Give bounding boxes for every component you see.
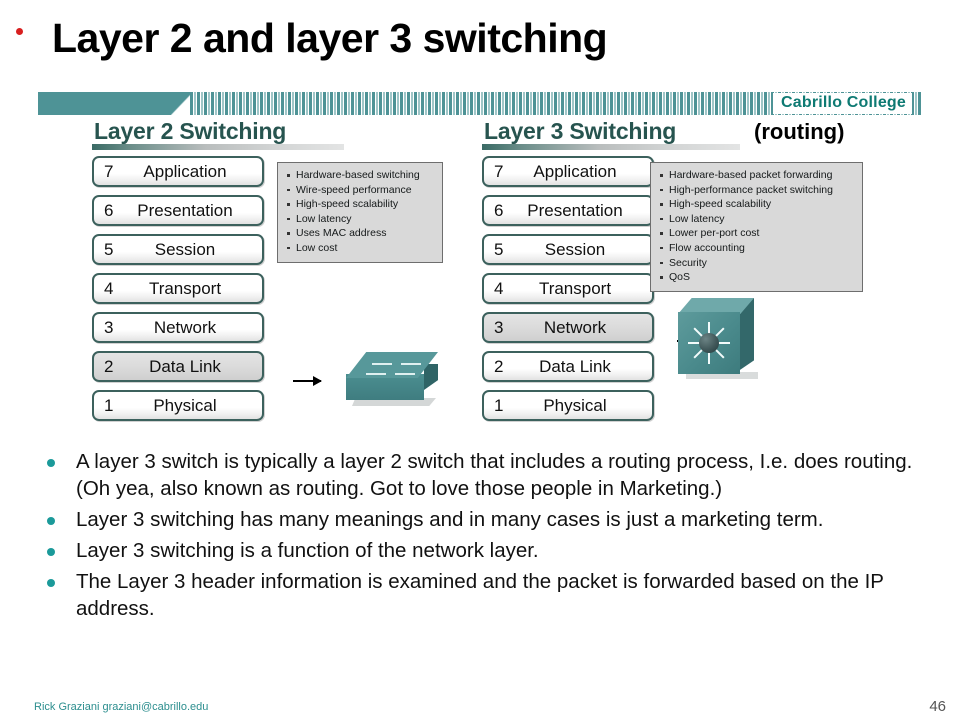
layer-label: Transport — [148, 278, 222, 298]
body-bullet-text: A layer 3 switch is typically a layer 2 … — [76, 450, 913, 500]
layer2-heading-text: Layer 2 Switching — [94, 118, 287, 144]
feature-item: High-performance packet switching — [658, 183, 853, 198]
feature-item: Flow accounting — [658, 241, 853, 256]
layer-label: Transport — [538, 278, 612, 298]
feature-item: Hardware-based switching — [285, 168, 433, 183]
feature-item: High-speed scalability — [285, 197, 433, 212]
feature-item: Security — [658, 256, 853, 271]
layer-box-physical[interactable]: 1 Physical — [92, 390, 264, 421]
layer-box-data-link[interactable]: 2 Data Link — [92, 351, 264, 382]
layer-label: Physical — [543, 395, 607, 415]
layer-box-transport[interactable]: 4 Transport — [482, 273, 654, 304]
body-bullet: Layer 3 switching is a function of the n… — [38, 537, 928, 564]
layer-label: Session — [154, 239, 216, 259]
feature-item: QoS — [658, 270, 853, 285]
body-bullet-text: Layer 3 switching has many meanings and … — [76, 508, 824, 531]
layer-label: Session — [544, 239, 606, 259]
layer2-feature-box: Hardware-based switching Wire-speed perf… — [277, 162, 443, 263]
layer-label: Application — [143, 161, 227, 181]
layer-box-session[interactable]: 5 Session — [92, 234, 264, 265]
switch-icon-arrow — [401, 363, 421, 365]
page-title: Layer 2 and layer 3 switching — [52, 15, 608, 61]
layer2-pointer-arrow — [293, 376, 322, 386]
feature-item: Low latency — [285, 212, 433, 227]
body-bullet: Layer 3 switching has many meanings and … — [38, 506, 928, 533]
layer2-panel: Layer 2 Switching 7 Application 6 Presen… — [92, 118, 452, 421]
layer3-osi-stack: 7 Application 6 Presentation 5 Session 4… — [482, 156, 654, 429]
layer-label: Data Link — [149, 356, 221, 376]
institution-logo-text: Cabrillo College — [773, 93, 912, 114]
switch-icon-arrow — [372, 363, 392, 365]
layer-box-application[interactable]: 7 Application — [482, 156, 654, 187]
layer2-heading-rule — [92, 144, 344, 150]
layer-box-presentation[interactable]: 6 Presentation — [482, 195, 654, 226]
layer-box-physical[interactable]: 1 Physical — [482, 390, 654, 421]
layer-label: Presentation — [137, 200, 233, 220]
layer-label: Network — [153, 317, 217, 337]
feature-item: Uses MAC address — [285, 226, 433, 241]
body-bullet-text: The Layer 3 header information is examin… — [76, 570, 884, 620]
layer-box-application[interactable]: 7 Application — [92, 156, 264, 187]
multilayer-switch-icon — [672, 296, 768, 388]
feature-item: Hardware-based packet forwarding — [658, 168, 853, 183]
layer-box-data-link[interactable]: 2 Data Link — [482, 351, 654, 382]
body-bullet: A layer 3 switch is typically a layer 2 … — [38, 448, 928, 502]
layer3-heading-text: Layer 3 Switching — [484, 118, 677, 144]
layer-label: Presentation — [527, 200, 623, 220]
layer3-feature-box: Hardware-based packet forwarding High-pe… — [650, 162, 863, 292]
switch-icon-arrow — [366, 373, 386, 375]
layer3-heading: Layer 3 Switching (routing) — [482, 118, 902, 154]
switching-comparison-diagram: Layer 2 Switching 7 Application 6 Presen… — [0, 118, 960, 440]
router-icon-core-sphere — [699, 333, 719, 353]
switch-icon-right-face — [424, 364, 438, 390]
feature-item: Lower per-port cost — [658, 226, 853, 241]
layer-label: Data Link — [539, 356, 611, 376]
layer3-heading-rule — [482, 144, 740, 150]
banner-solid-block — [38, 92, 173, 115]
routing-annotation: (routing) — [754, 119, 845, 144]
layer-box-transport[interactable]: 4 Transport — [92, 273, 264, 304]
switch-icon-arrow — [395, 373, 415, 375]
layer-box-session[interactable]: 5 Session — [482, 234, 654, 265]
switch-icon — [342, 348, 448, 414]
layer-box-network[interactable]: 3 Network — [482, 312, 654, 343]
page-number: 46 — [929, 698, 946, 715]
feature-item: Wire-speed performance — [285, 183, 433, 198]
layer-box-presentation[interactable]: 6 Presentation — [92, 195, 264, 226]
body-bullet-text: Layer 3 switching is a function of the n… — [76, 539, 539, 562]
body-bullet: The Layer 3 header information is examin… — [38, 568, 928, 622]
decorative-red-dot — [16, 28, 23, 35]
body-bullet-list: A layer 3 switch is typically a layer 2 … — [38, 448, 928, 626]
layer-label: Application — [533, 161, 617, 181]
feature-item: Low latency — [658, 212, 853, 227]
feature-item: High-speed scalability — [658, 197, 853, 212]
layer2-heading: Layer 2 Switching — [92, 118, 452, 154]
layer3-panel: Layer 3 Switching (routing) 7 Applicatio… — [482, 118, 902, 421]
layer-label: Network — [543, 317, 607, 337]
layer2-osi-stack: 7 Application 6 Presentation 5 Session 4… — [92, 156, 264, 429]
footer-author-contact: Rick Graziani graziani@cabrillo.edu — [34, 701, 209, 713]
feature-item: Low cost — [285, 241, 433, 256]
layer-label: Physical — [153, 395, 217, 415]
layer-box-network[interactable]: 3 Network — [92, 312, 264, 343]
